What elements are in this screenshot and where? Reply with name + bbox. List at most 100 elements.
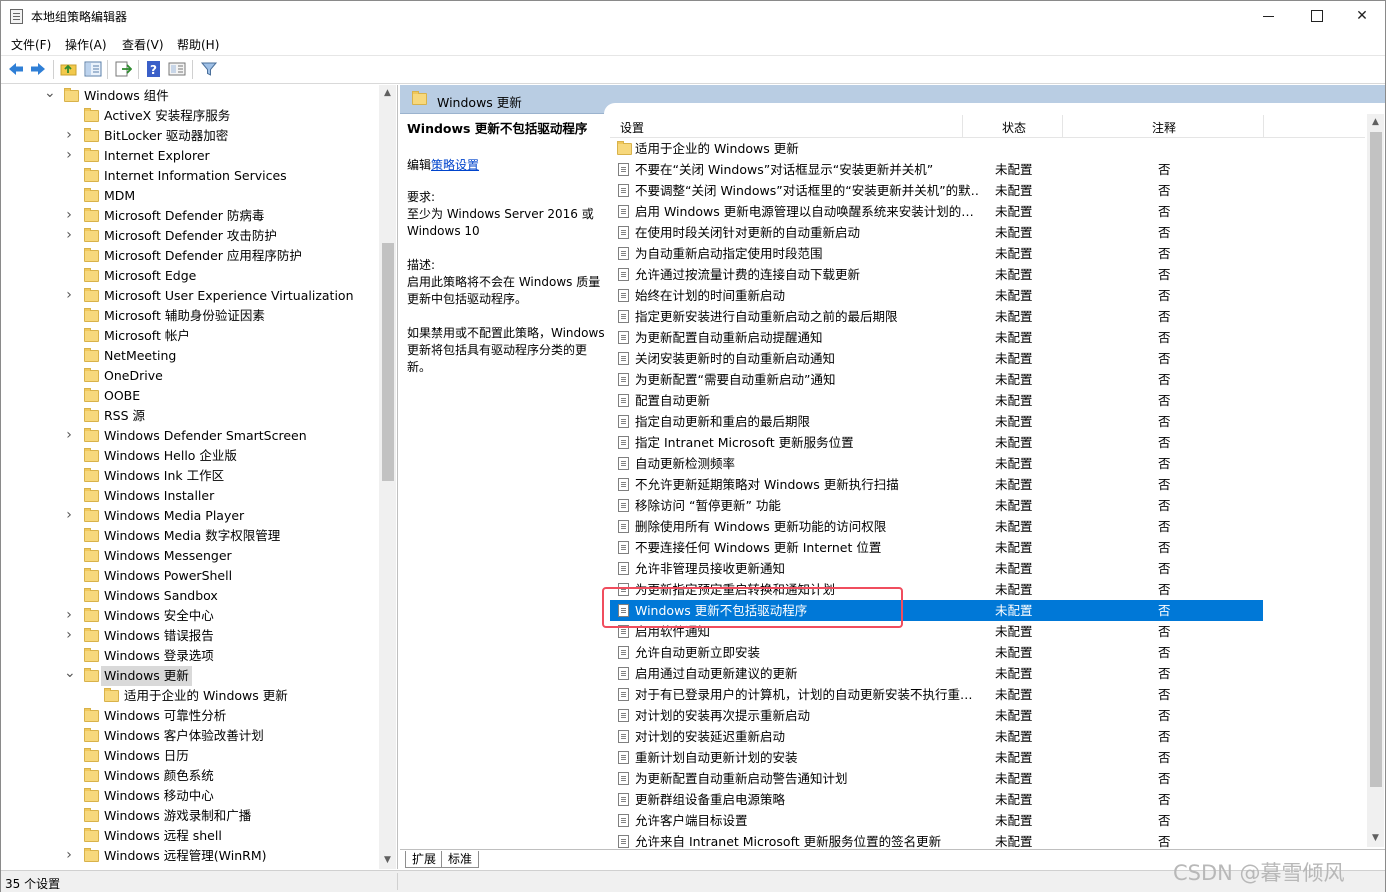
tree-item[interactable]: Windows 移动中心 <box>2 786 379 806</box>
chevron-right-icon[interactable]: › <box>64 606 74 626</box>
edit-policy-link[interactable]: 策略设置 <box>431 158 479 172</box>
table-row[interactable]: 配置自动更新 未配置 否 <box>610 390 1263 411</box>
minimize-button[interactable] <box>1245 1 1291 31</box>
table-row[interactable]: 不允许更新延期策略对 Windows 更新执行扫描 未配置 否 <box>610 474 1263 495</box>
tree-item[interactable]: Windows 客户体验改善计划 <box>2 726 379 746</box>
tree-item[interactable]: Windows 可靠性分析 <box>2 706 379 726</box>
tree-item[interactable]: Microsoft Defender 应用程序防护 <box>2 246 379 266</box>
tree-item[interactable]: › Microsoft Defender 防病毒 <box>2 206 379 226</box>
column-divider[interactable] <box>1062 115 1063 137</box>
table-row[interactable]: 不要调整“关闭 Windows”对话框里的“安装更新并关机”的默… 未配置 否 <box>610 180 1263 201</box>
scroll-down-arrow-icon[interactable]: ▼ <box>1367 830 1384 847</box>
scroll-up-arrow-icon[interactable]: ▲ <box>1367 114 1384 131</box>
tree-item[interactable]: Windows Sandbox <box>2 586 379 606</box>
table-row[interactable]: 不要在“关闭 Windows”对话框显示“安装更新并关机” 未配置 否 <box>610 159 1263 180</box>
table-row[interactable]: 删除使用所有 Windows 更新功能的访问权限 未配置 否 <box>610 516 1263 537</box>
tree-item[interactable]: RSS 源 <box>2 406 379 426</box>
column-divider[interactable] <box>1263 115 1264 137</box>
tree-scroll-thumb[interactable] <box>382 243 394 481</box>
back-arrow-icon[interactable] <box>7 60 25 78</box>
tree-item[interactable]: › BitLocker 驱动器加密 <box>2 126 379 146</box>
column-divider[interactable] <box>962 115 963 137</box>
table-row[interactable]: 在使用时段关闭针对更新的自动重新启动 未配置 否 <box>610 222 1263 243</box>
tree-item[interactable]: › Microsoft User Experience Virtualizatio… <box>2 286 379 306</box>
tree-item[interactable]: ⌄ Windows 更新 <box>2 666 379 686</box>
tree-item[interactable]: › Windows Defender SmartScreen <box>2 426 379 446</box>
table-row[interactable]: 重新计划自动更新计划的安装 未配置 否 <box>610 747 1263 768</box>
table-row[interactable]: 启用通过自动更新建议的更新 未配置 否 <box>610 663 1263 684</box>
table-row[interactable]: 对计划的安装延迟重新启动 未配置 否 <box>610 726 1263 747</box>
tree-item[interactable]: OOBE <box>2 386 379 406</box>
tree-item[interactable]: › Internet Explorer <box>2 146 379 166</box>
tree-item[interactable]: Microsoft 帐户 <box>2 326 379 346</box>
tree-scrollbar[interactable]: ▲ ▼ <box>379 85 396 869</box>
tree-item[interactable]: Windows 登录选项 <box>2 646 379 666</box>
tree-item[interactable]: Windows Media 数字权限管理 <box>2 526 379 546</box>
chevron-right-icon[interactable]: › <box>64 286 74 306</box>
table-row[interactable]: 对于有已登录用户的计算机，计划的自动更新安装不执行重… 未配置 否 <box>610 684 1263 705</box>
table-row[interactable]: 允许非管理员接收更新通知 未配置 否 <box>610 558 1263 579</box>
tree-item[interactable]: Windows 颜色系统 <box>2 766 379 786</box>
table-row[interactable]: 指定自动更新和重启的最后期限 未配置 否 <box>610 411 1263 432</box>
column-comment[interactable]: 注释 <box>1152 119 1176 136</box>
list-item-folder[interactable]: 适用于企业的 Windows 更新 <box>610 138 1263 159</box>
tab-standard[interactable]: 标准 <box>441 851 480 868</box>
tree-item[interactable]: Windows Messenger <box>2 546 379 566</box>
chevron-right-icon[interactable]: › <box>64 626 74 646</box>
tree-item[interactable]: NetMeeting <box>2 346 379 366</box>
table-row[interactable]: 移除访问 “暂停更新” 功能 未配置 否 <box>610 495 1263 516</box>
table-row[interactable]: 允许自动更新立即安装 未配置 否 <box>610 642 1263 663</box>
tree-item[interactable]: 适用于企业的 Windows 更新 <box>2 686 379 706</box>
tree-item[interactable]: Internet Information Services <box>2 166 379 186</box>
table-row[interactable]: 不要连接任何 Windows 更新 Internet 位置 未配置 否 <box>610 537 1263 558</box>
table-row[interactable]: 为更新配置自动重新启动提醒通知 未配置 否 <box>610 327 1263 348</box>
table-row[interactable]: 允许通过按流量计费的连接自动下载更新 未配置 否 <box>610 264 1263 285</box>
tree-item[interactable]: Windows Ink 工作区 <box>2 466 379 486</box>
table-row[interactable]: 更新群组设备重启电源策略 未配置 否 <box>610 789 1263 810</box>
tree-item[interactable]: Windows 日历 <box>2 746 379 766</box>
tree-item[interactable]: Windows Installer <box>2 486 379 506</box>
chevron-down-icon[interactable]: ⌄ <box>44 86 56 106</box>
up-folder-icon[interactable] <box>60 60 78 78</box>
tree-item[interactable]: Windows 远程 shell <box>2 826 379 846</box>
tree-pane[interactable]: ⌄ Windows 组件 ActiveX 安装程序服务 › BitLocker 驱动器加… <box>2 85 398 869</box>
table-row[interactable]: 允许客户端目标设置 未配置 否 <box>610 810 1263 831</box>
table-row[interactable]: 关闭安装更新时的自动重新启动通知 未配置 否 <box>610 348 1263 369</box>
properties-icon[interactable] <box>168 60 186 78</box>
tree-item[interactable]: Microsoft Edge <box>2 266 379 286</box>
chevron-right-icon[interactable]: › <box>64 126 74 146</box>
forward-arrow-icon[interactable] <box>29 60 47 78</box>
export-list-icon[interactable] <box>114 60 132 78</box>
column-setting[interactable]: 设置 <box>620 119 644 136</box>
chevron-right-icon[interactable]: › <box>64 426 74 446</box>
tree-item[interactable]: ActiveX 安装程序服务 <box>2 106 379 126</box>
tree-item[interactable]: MDM <box>2 186 379 206</box>
maximize-button[interactable] <box>1293 1 1339 31</box>
table-row[interactable]: 始终在计划的时间重新启动 未配置 否 <box>610 285 1263 306</box>
table-row[interactable]: 为自动重新启动指定使用时段范围 未配置 否 <box>610 243 1263 264</box>
tree-item[interactable]: Windows PowerShell <box>2 566 379 586</box>
help-icon[interactable]: ? <box>145 60 163 78</box>
tree-item[interactable]: Microsoft 辅助身份验证因素 <box>2 306 379 326</box>
tree-item[interactable]: › Windows 远程管理(WinRM) <box>2 846 379 866</box>
menu-file[interactable]: 文件(F) <box>11 36 51 53</box>
tree-item[interactable]: › Windows 安全中心 <box>2 606 379 626</box>
table-row[interactable]: 为更新配置自动重新启动警告通知计划 未配置 否 <box>610 768 1263 789</box>
scroll-up-arrow-icon[interactable]: ▲ <box>379 85 396 102</box>
tree-item[interactable]: › Windows Media Player <box>2 506 379 526</box>
scroll-down-arrow-icon[interactable]: ▼ <box>379 852 396 869</box>
tree-item[interactable]: › Windows 错误报告 <box>2 626 379 646</box>
tree-item[interactable]: Windows Hello 企业版 <box>2 446 379 466</box>
column-state[interactable]: 状态 <box>1002 119 1026 136</box>
chevron-right-icon[interactable]: › <box>64 506 74 526</box>
table-row[interactable]: 为更新配置“需要自动重新启动”通知 未配置 否 <box>610 369 1263 390</box>
menu-view[interactable]: 查看(V) <box>122 36 164 53</box>
list-scroll-thumb[interactable] <box>1370 132 1382 787</box>
chevron-right-icon[interactable]: › <box>64 226 74 246</box>
tab-extended[interactable]: 扩展 <box>405 851 444 868</box>
chevron-right-icon[interactable]: › <box>64 206 74 226</box>
menu-help[interactable]: 帮助(H) <box>177 36 219 53</box>
show-hide-tree-icon[interactable] <box>84 60 102 78</box>
tree-item[interactable]: OneDrive <box>2 366 379 386</box>
menu-action[interactable]: 操作(A) <box>65 36 107 53</box>
